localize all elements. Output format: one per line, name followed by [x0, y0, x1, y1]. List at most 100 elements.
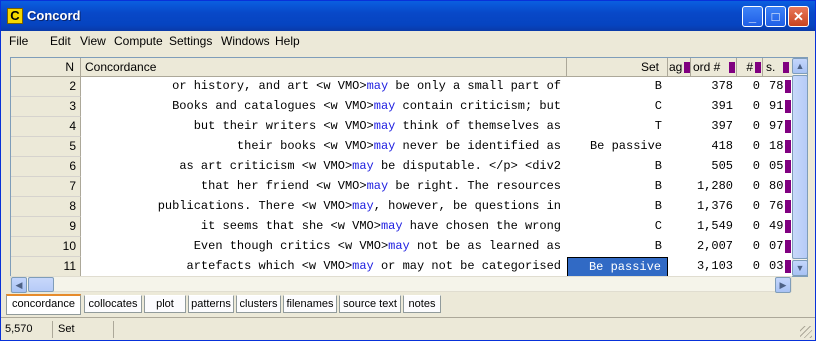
- tab-plot[interactable]: plot: [144, 295, 186, 313]
- concordance-line[interactable]: as art criticism <w VMO>may be disputabl…: [81, 157, 567, 177]
- hash-cell: 0: [752, 259, 760, 273]
- menu-windows[interactable]: Windows: [221, 34, 270, 48]
- right-context: never be identified as: [395, 139, 561, 153]
- concordance-line[interactable]: publications. There <w VMO>may, however,…: [81, 197, 567, 217]
- pct-cell: 49: [763, 217, 793, 237]
- pct-marker: [785, 260, 791, 273]
- concord-app-icon[interactable]: C: [7, 8, 23, 24]
- row-number[interactable]: 5: [11, 137, 81, 157]
- word-number-cell: 1,376: [696, 199, 733, 213]
- table-row[interactable]: 10 Even though critics <w VMO>may not be …: [11, 237, 793, 257]
- table-row[interactable]: 8 publications. There <w VMO>may, however…: [11, 197, 793, 217]
- column-header-concordance[interactable]: Concordance: [81, 58, 567, 77]
- row-number[interactable]: 8: [11, 197, 81, 217]
- set-cell[interactable]: B: [567, 237, 668, 257]
- close-button[interactable]: ✕: [788, 6, 809, 27]
- concordance-line[interactable]: their books <w VMO>may never be identifi…: [81, 137, 567, 157]
- set-cell[interactable]: C: [567, 97, 668, 117]
- column-header-word[interactable]: ord #: [691, 58, 737, 77]
- table-row[interactable]: 3 Books and catalogues <w VMO>may contain…: [11, 97, 793, 117]
- set-cell[interactable]: B: [567, 157, 668, 177]
- pct-value: 76: [769, 199, 784, 213]
- horizontal-scroll-thumb[interactable]: [28, 277, 54, 292]
- pct-value: 18: [769, 139, 784, 153]
- concordance-line[interactable]: Even though critics <w VMO>may not be as…: [81, 237, 567, 257]
- row-number[interactable]: 9: [11, 217, 81, 237]
- menu-edit[interactable]: Edit: [50, 34, 71, 48]
- pct-marker: [785, 200, 791, 213]
- title-bar[interactable]: C Concord _ □ ✕: [1, 1, 815, 31]
- table-row[interactable]: 6 as art criticism <w VMO>may be disputab…: [11, 157, 793, 177]
- menu-settings[interactable]: Settings: [169, 34, 212, 48]
- maximize-button[interactable]: □: [765, 6, 786, 27]
- pct-cell: 05: [763, 157, 793, 177]
- tab-collocates[interactable]: collocates: [84, 295, 142, 313]
- set-cell[interactable]: B: [567, 197, 668, 217]
- pct-value: 91: [769, 99, 784, 113]
- concordance-grid[interactable]: N Concordance Set ag ord # # s. 2 or hist…: [10, 57, 808, 277]
- concordance-line[interactable]: artefacts which <w VMO>may or may not be…: [81, 257, 567, 276]
- left-context: artefacts which <w VMO>: [186, 259, 353, 273]
- column-header-pct[interactable]: s.: [763, 58, 793, 77]
- scroll-right-arrow-icon[interactable]: ▶: [775, 277, 791, 293]
- concordance-line[interactable]: that her friend <w VMO>may be right. The…: [81, 177, 567, 197]
- column-header-hash[interactable]: #: [737, 58, 763, 77]
- left-context: Books and catalogues <w VMO>: [172, 99, 374, 113]
- column-header-n[interactable]: N: [11, 58, 81, 77]
- menu-view[interactable]: View: [80, 34, 106, 48]
- horizontal-scrollbar[interactable]: ◀ ▶: [10, 276, 792, 293]
- table-row[interactable]: 4 but their writers <w VMO>may think of t…: [11, 117, 793, 137]
- pct-value: 05: [769, 159, 784, 173]
- row-number[interactable]: 2: [11, 77, 81, 97]
- tab-patterns[interactable]: patterns: [188, 295, 234, 313]
- column-marker: [684, 62, 690, 73]
- row-number[interactable]: 10: [11, 237, 81, 257]
- set-cell[interactable]: B: [567, 177, 668, 197]
- table-row[interactable]: 5 their books <w VMO>may never be identif…: [11, 137, 793, 157]
- vertical-scroll-thumb[interactable]: [792, 75, 807, 259]
- set-cell[interactable]: B: [567, 77, 668, 97]
- tab-source-text[interactable]: source text: [339, 295, 401, 313]
- pct-marker: [785, 100, 791, 113]
- menu-help[interactable]: Help: [275, 34, 300, 48]
- concordance-line[interactable]: it seems that she <w VMO>may have chosen…: [81, 217, 567, 237]
- table-row[interactable]: 11 artefacts which <w VMO>may or may not …: [11, 257, 793, 276]
- set-cell[interactable]: Be passive: [567, 257, 668, 276]
- tab-filenames[interactable]: filenames: [283, 295, 337, 313]
- column-header-set[interactable]: Set: [567, 58, 668, 77]
- table-row[interactable]: 2 or history, and art <w VMO>may be only …: [11, 77, 793, 97]
- column-marker: [755, 62, 761, 73]
- row-number[interactable]: 7: [11, 177, 81, 197]
- minimize-button[interactable]: _: [742, 6, 763, 27]
- menu-file[interactable]: File: [9, 34, 28, 48]
- row-number[interactable]: 3: [11, 97, 81, 117]
- left-context: that her friend <w VMO>: [200, 179, 367, 193]
- scroll-left-arrow-icon[interactable]: ◀: [11, 277, 27, 293]
- column-header-tag[interactable]: ag: [668, 58, 691, 77]
- row-number[interactable]: 4: [11, 117, 81, 137]
- concordance-line[interactable]: Books and catalogues <w VMO>may contain …: [81, 97, 567, 117]
- scroll-up-arrow-icon[interactable]: ▲: [792, 58, 807, 74]
- tab-clusters[interactable]: clusters: [236, 295, 281, 313]
- pct-cell: 91: [763, 97, 793, 117]
- tab-notes[interactable]: notes: [403, 295, 441, 313]
- pct-value: 80: [769, 179, 784, 193]
- set-cell[interactable]: T: [567, 117, 668, 137]
- concordance-line[interactable]: or history, and art <w VMO>may be only a…: [81, 77, 567, 97]
- table-row[interactable]: 7 that her friend <w VMO>may be right. Th…: [11, 177, 793, 197]
- search-keyword: may: [373, 119, 396, 133]
- concordance-line[interactable]: but their writers <w VMO>may think of th…: [81, 117, 567, 137]
- pct-marker: [785, 160, 791, 173]
- set-cell[interactable]: Be passive: [567, 137, 668, 157]
- vertical-scrollbar[interactable]: ▲ ▼: [792, 58, 807, 276]
- table-row[interactable]: 9 it seems that she <w VMO>may have chose…: [11, 217, 793, 237]
- pct-marker: [785, 240, 791, 253]
- set-cell[interactable]: C: [567, 217, 668, 237]
- tab-concordance[interactable]: concordance: [6, 294, 81, 315]
- resize-grip-icon[interactable]: [800, 326, 812, 338]
- right-context: contain criticism; but: [395, 99, 561, 113]
- row-number[interactable]: 6: [11, 157, 81, 177]
- row-number[interactable]: 11: [11, 257, 81, 276]
- scroll-down-arrow-icon[interactable]: ▼: [792, 260, 807, 276]
- menu-compute[interactable]: Compute: [114, 34, 163, 48]
